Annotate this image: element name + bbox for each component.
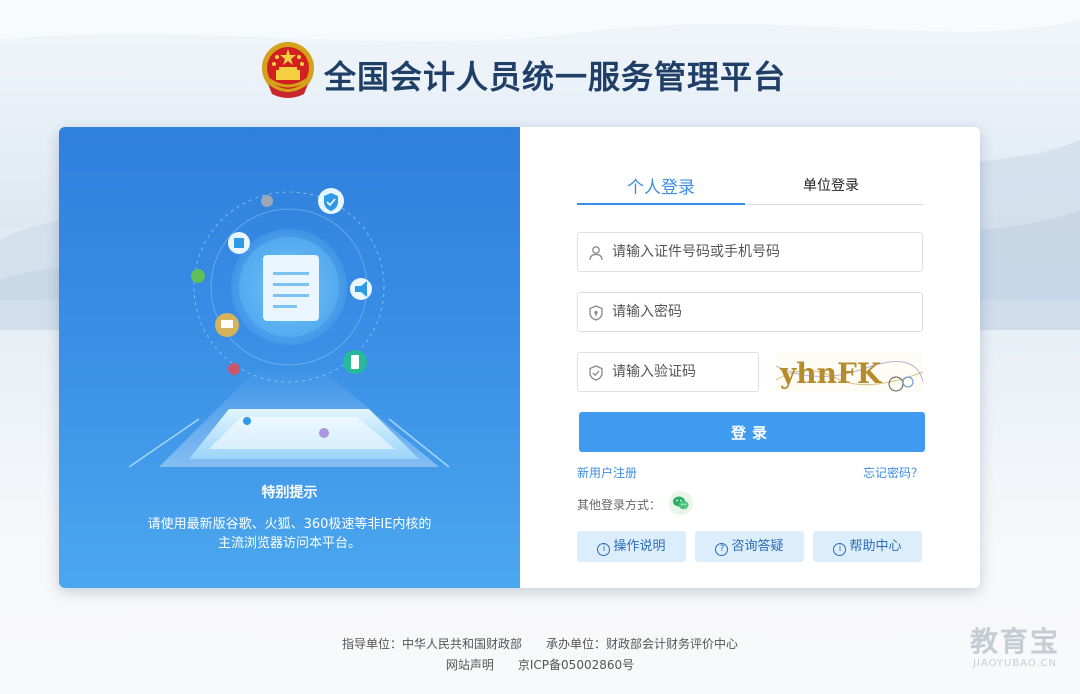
watermark-logo: 教育宝 JIAOYUBAO.CN [970,620,1060,669]
shield-check-icon [589,365,603,381]
watermark-domain: JIAOYUBAO.CN [973,658,1057,669]
login-card: 特别提示 请使用最新版谷歌、火狐、360极速等非IE内核的 主流浏览器访问本平台… [59,127,980,588]
info-icon: i [597,543,611,556]
login-panel: 个人登录 单位登录 请输入证件号码或手机号码 请输入验证码 yhnFK 登录 新… [520,127,980,588]
login-tabs: 个人登录 单位登录 [577,169,923,205]
help-center-button[interactable]: i 帮助中心 [813,531,922,562]
password-input[interactable] [612,293,912,331]
wechat-login-button[interactable] [669,491,693,515]
tip-line-1: 请使用最新版谷歌、火狐、360极速等非IE内核的 [147,517,432,532]
site-header: 全国会计人员统一服务管理平台 [0,38,1080,108]
forgot-password-link[interactable]: 忘记密码？ [863,464,923,481]
id-field [577,232,923,272]
captcha-field [577,352,759,392]
captcha-input[interactable] [612,353,752,391]
login-button[interactable]: 登录 [579,412,925,452]
tip-line-2: 主流浏览器访问本平台。 [217,536,361,551]
platform-illustration [128,188,450,468]
wechat-icon [673,496,689,510]
operation-guide-label: 操作说明 [613,539,666,554]
icp-number[interactable]: 京ICP备05002860号 [518,658,634,672]
question-icon: ? [715,543,729,556]
help-center-label: 帮助中心 [849,539,902,554]
tab-organization-login-label: 单位登录 [803,178,859,194]
tab-personal-login-label: 个人登录 [627,178,695,198]
captcha-text: yhnFK [779,357,883,390]
footer-row-links: 网站声明 京ICP备05002860号 [0,656,1080,673]
captcha-image[interactable]: yhnFK [776,352,923,392]
host-unit: 承办单位：财政部会计财务评价中心 [546,637,739,651]
tip-title: 特别提示 [261,485,318,501]
user-icon [589,246,603,261]
site-title: 全国会计人员统一服务管理平台 [324,58,787,96]
operation-guide-button[interactable]: i 操作说明 [577,531,686,562]
info-icon: i [833,543,847,556]
site-statement-link[interactable]: 网站声明 [446,658,494,672]
consultation-button[interactable]: ? 咨询答疑 [695,531,804,562]
consultation-label: 咨询答疑 [731,539,784,554]
id-input[interactable] [612,233,912,271]
guide-unit: 指导单位：中华人民共和国财政部 [341,637,522,651]
national-emblem-icon [262,42,314,98]
register-link[interactable]: 新用户注册 [577,464,637,481]
other-login-label: 其他登录方式： [577,498,662,512]
tab-personal-login[interactable]: 个人登录 [577,169,745,205]
footer-row-units: 指导单位：中华人民共和国财政部 承办单位：财政部会计财务评价中心 [0,635,1080,652]
password-field [577,292,923,332]
tab-organization-login[interactable]: 单位登录 [747,169,915,205]
watermark-name: 教育宝 [969,625,1060,658]
shield-lock-icon [589,305,603,321]
promo-panel: 特别提示 请使用最新版谷歌、火狐、360极速等非IE内核的 主流浏览器访问本平台… [59,127,520,588]
